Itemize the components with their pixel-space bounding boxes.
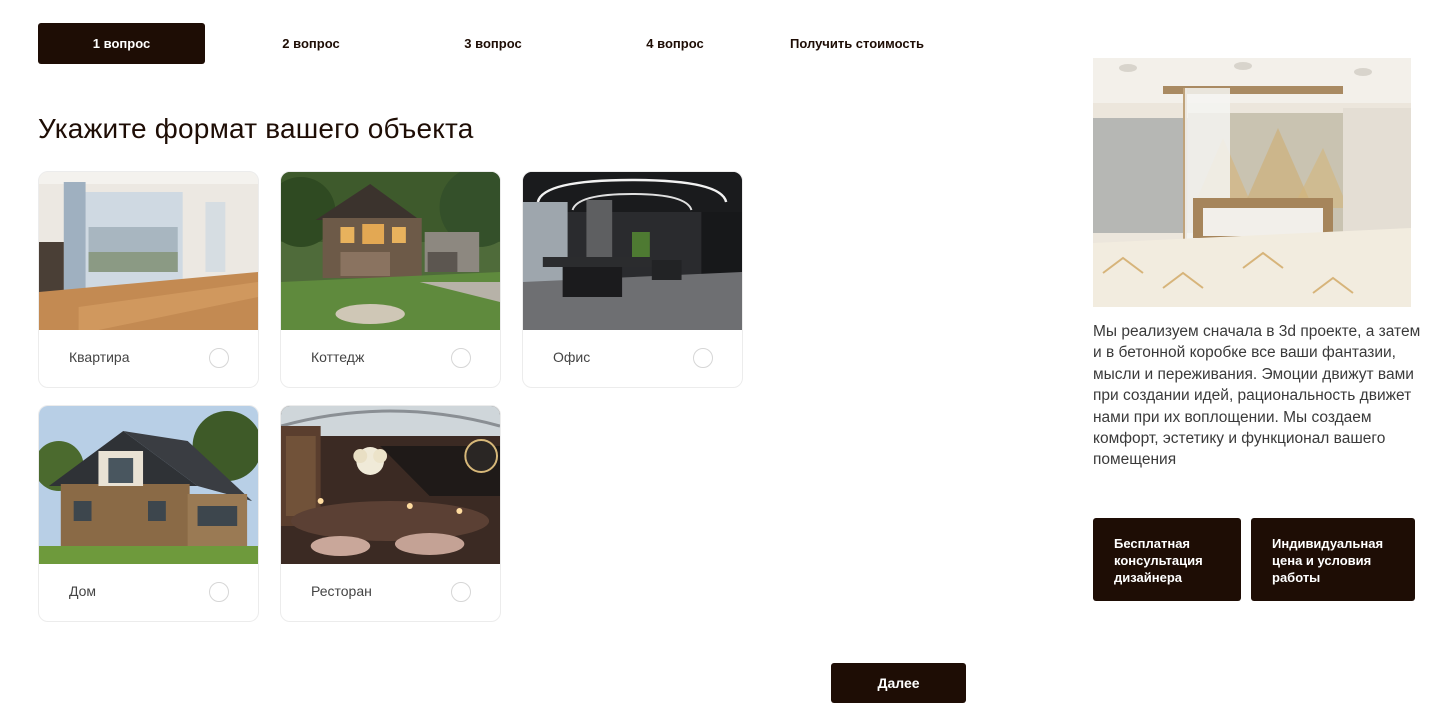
apartment-photo <box>39 172 258 330</box>
option-radio-restaurant[interactable] <box>451 582 471 602</box>
sidebar-description: Мы реализуем сначала в 3d проекте, а зат… <box>1093 323 1421 469</box>
step-2[interactable]: 2 вопрос <box>220 23 402 64</box>
step-4[interactable]: 4 вопрос <box>584 23 766 64</box>
step-1[interactable]: 1 вопрос <box>38 23 205 64</box>
question-title: Укажите формат вашего объекта <box>38 113 474 144</box>
interior-hero-photo <box>1093 58 1411 307</box>
option-radio-apartment[interactable] <box>209 348 229 368</box>
house-photo <box>39 406 258 564</box>
option-label-apartment: Квартира <box>69 349 130 365</box>
option-card-apartment[interactable]: Квартира <box>38 171 259 388</box>
option-card-office[interactable]: Офис <box>522 171 743 388</box>
option-label-house: Дом <box>69 583 97 599</box>
option-card-cottage[interactable]: Коттедж <box>280 171 501 388</box>
free-consultation-button[interactable]: Бесплатная консультация дизайнера <box>1093 518 1241 601</box>
option-card-restaurant[interactable]: Ресторан <box>280 405 501 622</box>
cottage-photo <box>281 172 500 330</box>
steps-nav: 1 вопрос 2 вопрос 3 вопрос 4 вопрос Полу… <box>38 23 948 64</box>
restaurant-photo <box>281 406 500 564</box>
next-button[interactable]: Далее <box>831 663 966 703</box>
option-label-office: Офис <box>553 349 591 365</box>
step-3[interactable]: 3 вопрос <box>402 23 584 64</box>
option-radio-office[interactable] <box>693 348 713 368</box>
step-get-price[interactable]: Получить стоимость <box>766 23 948 64</box>
option-label-cottage: Коттедж <box>311 349 365 365</box>
individual-price-button[interactable]: Индивидуальная цена и условия работы <box>1251 518 1415 601</box>
office-photo <box>523 172 742 330</box>
option-radio-cottage[interactable] <box>451 348 471 368</box>
option-label-restaurant: Ресторан <box>311 583 372 599</box>
option-radio-house[interactable] <box>209 582 229 602</box>
option-card-house[interactable]: Дом <box>38 405 259 622</box>
